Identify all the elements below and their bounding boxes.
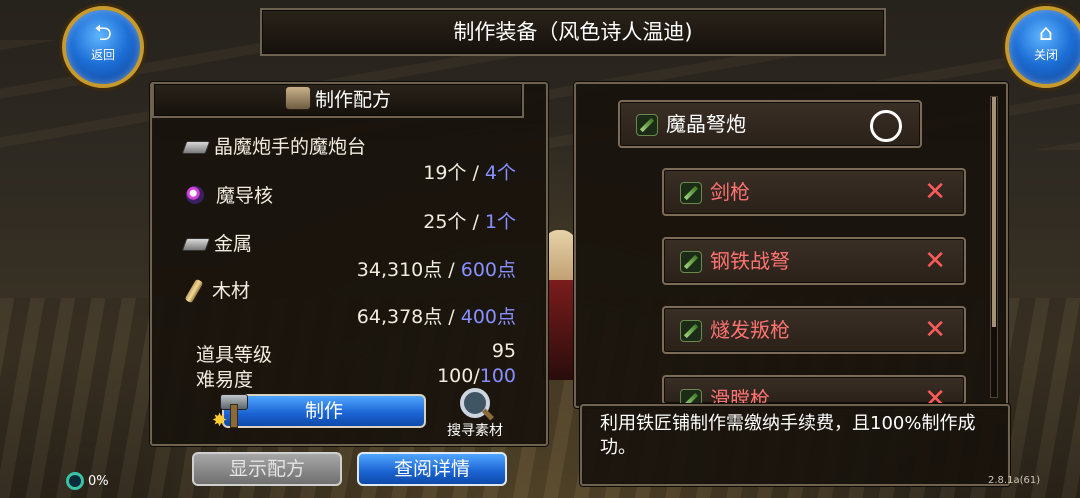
weapon-icon — [680, 251, 702, 273]
material-name: 晶魔炮手的魔炮台 — [214, 136, 367, 158]
difficulty-have: 100 — [437, 365, 474, 387]
magnifier-icon — [460, 388, 490, 418]
search-materials-button[interactable]: 搜寻素材 — [440, 388, 510, 440]
material-need: 400点 — [460, 306, 516, 328]
fee-note: 利用铁匠铺制作需缴纳手续费，且100%制作成功。 — [600, 413, 976, 458]
material-need: 600点 — [460, 259, 516, 281]
available-circle-icon — [870, 110, 902, 142]
crossbow-icon — [636, 114, 658, 136]
material-name: 魔导核 — [216, 185, 274, 207]
wood-icon — [182, 277, 208, 303]
item-level: 道具等级 95 — [196, 340, 516, 367]
hammer-icon: ✸ — [212, 388, 256, 432]
list-scrollbar[interactable] — [990, 96, 998, 398]
weapon-icon — [680, 182, 702, 204]
home-icon: ⌂ — [1039, 21, 1053, 46]
progress-text: 0% — [88, 473, 109, 489]
recipe-bag-icon — [284, 86, 311, 110]
page-title: 制作装备（风色诗人温迪) — [260, 8, 886, 56]
list-item-selected[interactable]: 魔晶弩炮 — [618, 100, 922, 148]
scrollbar-thumb[interactable] — [992, 97, 996, 327]
unavailable-cross-icon: ✕ — [924, 177, 946, 207]
difficulty-max: 100 — [479, 365, 516, 387]
back-label: 返回 — [90, 48, 115, 62]
weapon-icon — [680, 320, 702, 342]
list-item[interactable]: 钢铁战弩 ✕ — [662, 237, 966, 285]
view-details-button[interactable]: 查阅详情 — [357, 452, 507, 486]
list-item-label: 钢铁战弩 — [710, 249, 790, 273]
material-need: 4个 — [484, 162, 516, 184]
recipe-header-label: 制作配方 — [314, 89, 391, 111]
list-item[interactable]: 滑膛枪 ✕ — [662, 375, 966, 405]
material-name: 木材 — [212, 280, 251, 302]
material-need: 1个 — [484, 211, 516, 233]
unavailable-cross-icon: ✕ — [924, 384, 946, 405]
show-recipe-button[interactable]: 显示配方 — [192, 452, 342, 486]
list-item-label: 魔晶弩炮 — [666, 112, 746, 136]
progress-indicator: 0% — [66, 472, 109, 490]
metal-icon — [182, 234, 210, 252]
search-materials-label: 搜寻素材 — [447, 423, 503, 439]
unavailable-cross-icon: ✕ — [924, 246, 946, 276]
make-button-label: 制作 — [304, 400, 343, 422]
view-details-label: 查阅详情 — [393, 458, 470, 480]
orb-icon — [186, 185, 204, 204]
progress-ring-icon — [66, 472, 84, 490]
back-button[interactable]: ⮌ 返回 — [62, 6, 144, 88]
material-have: 19个 — [423, 162, 467, 184]
material-name: 金属 — [214, 233, 253, 255]
list-item-label: 剑枪 — [710, 180, 750, 204]
material-have: 64,378点 — [356, 306, 443, 328]
list-item[interactable]: 燧发叛枪 ✕ — [662, 306, 966, 354]
back-arrow-icon: ⮌ — [94, 21, 112, 46]
show-recipe-label: 显示配方 — [228, 458, 305, 480]
weapon-icon — [680, 389, 702, 403]
iron-ingot-icon — [182, 137, 210, 155]
unavailable-cross-icon: ✕ — [924, 315, 946, 345]
item-level-label: 道具等级 — [196, 344, 273, 366]
item-level-value: 95 — [491, 340, 516, 362]
list-item-label: 燧发叛枪 — [710, 318, 790, 342]
material-have: 25个 — [423, 211, 467, 233]
list-item[interactable]: 剑枪 ✕ — [662, 168, 966, 216]
recipe-header: 制作配方 — [152, 82, 524, 118]
close-label: 关闭 — [1033, 48, 1058, 62]
close-button[interactable]: ⌂ 关闭 — [1005, 6, 1080, 88]
material-have: 34,310点 — [356, 259, 443, 281]
version-label: 2.8.1a(61) — [988, 475, 1041, 486]
list-item-label: 滑膛枪 — [710, 387, 770, 405]
